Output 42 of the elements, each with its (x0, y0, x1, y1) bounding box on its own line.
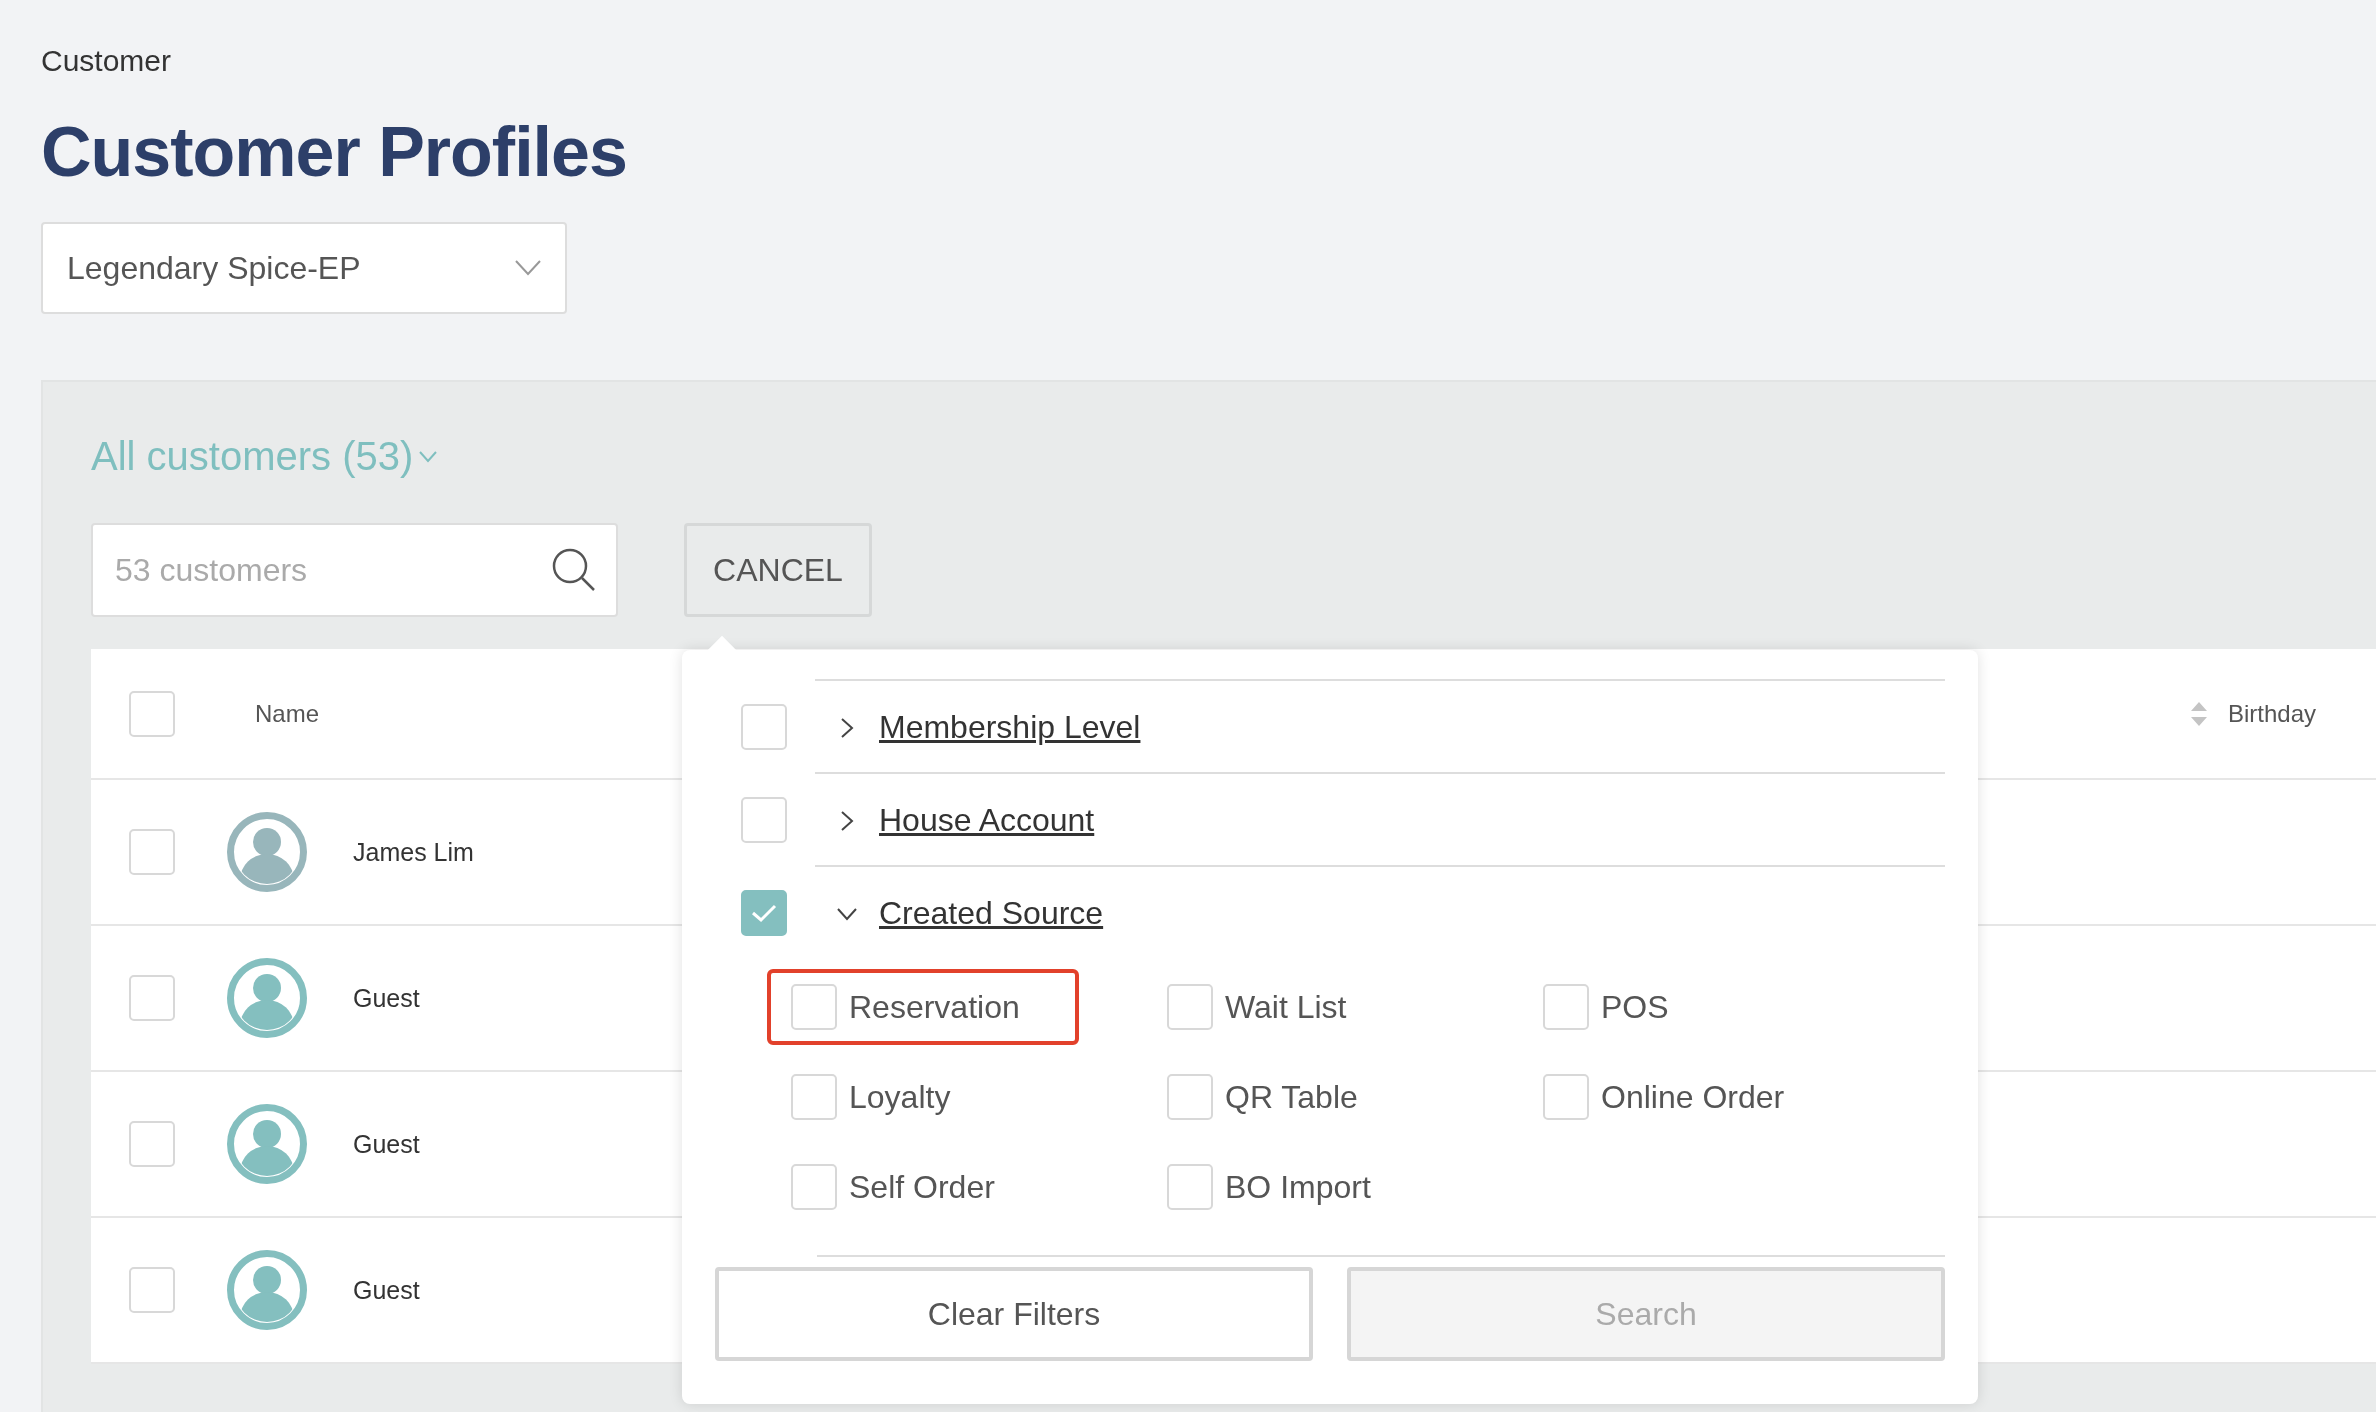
customer-name[interactable]: Guest (353, 1129, 420, 1159)
option-checkbox[interactable] (1543, 984, 1589, 1030)
customer-name[interactable]: James Lim (353, 837, 474, 867)
filter-link[interactable]: Membership Level (879, 709, 1141, 746)
cancel-button[interactable]: CANCEL (684, 523, 872, 617)
option-label[interactable]: Online Order (1601, 1078, 1785, 1116)
search-icon[interactable] (552, 548, 596, 592)
customer-name[interactable]: Guest (353, 1275, 420, 1305)
option-label[interactable]: QR Table (1225, 1078, 1358, 1116)
filter-link[interactable]: House Account (879, 802, 1095, 839)
option-checkbox[interactable] (1167, 1164, 1213, 1210)
row-checkbox[interactable] (129, 1267, 175, 1313)
filter-link[interactable]: Created Source (879, 895, 1104, 932)
search-field[interactable]: 53 customers (91, 523, 618, 617)
column-header[interactable]: Birthday (2227, 699, 2316, 728)
option-label[interactable]: Reservation (849, 988, 1020, 1026)
option-label[interactable]: Loyalty (849, 1078, 951, 1116)
row-checkbox[interactable] (129, 829, 175, 875)
column-header[interactable]: Name (255, 699, 320, 728)
check-icon (751, 902, 777, 923)
filter-checkbox[interactable] (741, 703, 787, 750)
option-label[interactable]: Wait List (1225, 988, 1347, 1026)
option-checkbox[interactable] (1167, 1074, 1213, 1120)
row-checkbox[interactable] (129, 975, 175, 1021)
row-checkbox[interactable] (129, 1121, 175, 1167)
store-dropdown[interactable]: Legendary Spice-EP (41, 222, 567, 314)
option-checkbox[interactable] (1543, 1074, 1589, 1120)
filter-checkbox[interactable] (741, 796, 787, 843)
option-checkbox[interactable] (791, 984, 837, 1030)
breadcrumb[interactable]: Customer (41, 44, 172, 78)
clear-filters-button[interactable]: Clear Filters (715, 1267, 1313, 1361)
option-label[interactable]: BO Import (1225, 1168, 1371, 1206)
filter-checkbox[interactable] (741, 889, 787, 936)
customer-name[interactable]: Guest (353, 983, 420, 1013)
option-checkbox[interactable] (791, 1164, 837, 1210)
dropdown-value: Legendary Spice-EP (67, 249, 361, 287)
option-checkbox[interactable] (1167, 984, 1213, 1030)
option-checkbox[interactable] (791, 1074, 837, 1120)
option-label[interactable]: POS (1601, 988, 1669, 1026)
select-all-checkbox[interactable] (129, 690, 175, 737)
page-title: Customer Profiles (41, 112, 627, 192)
option-label[interactable]: Self Order (849, 1168, 995, 1206)
